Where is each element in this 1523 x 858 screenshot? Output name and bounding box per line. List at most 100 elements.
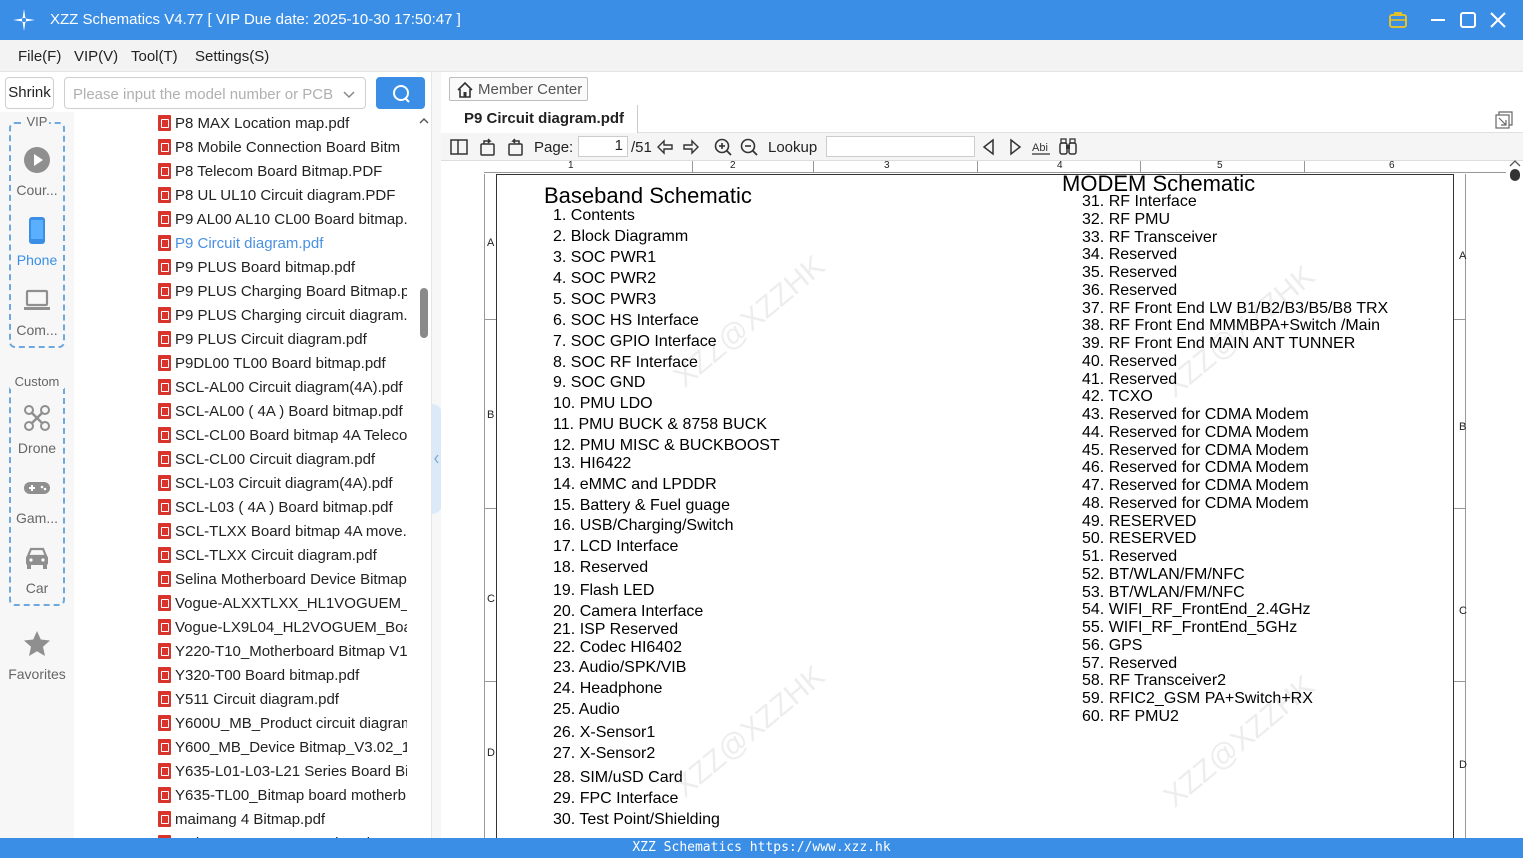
maximize-icon[interactable] — [1456, 8, 1480, 32]
file-list-item[interactable]: P8 Telecom Board Bitmap.PDF — [74, 160, 417, 184]
file-list-item[interactable]: SCL-CL00 Board bitmap 4A Telecor — [74, 424, 417, 448]
scrollbar-thumb[interactable] — [420, 288, 428, 338]
file-list-scrollbar[interactable] — [417, 112, 431, 838]
file-list-item[interactable]: P9DL00 TL00 Board bitmap.pdf — [74, 352, 417, 376]
close-icon[interactable] — [1486, 8, 1510, 32]
file-list-item[interactable]: Selina Motherboard Device Bitmap — [74, 568, 417, 592]
modem-contents-item: 41. Reserved — [1082, 370, 1178, 388]
baseband-contents-item: 29. FPC Interface — [553, 790, 679, 807]
pdf-file-icon — [158, 115, 171, 131]
nav-game[interactable]: Gam... — [0, 466, 74, 536]
file-list-item[interactable]: P9 Circuit diagram.pdf — [74, 232, 417, 256]
file-list-item[interactable]: P9 PLUS Charging circuit diagram.p — [74, 304, 417, 328]
modem-contents-item: 43. Reserved for CDMA Modem — [1082, 406, 1309, 423]
pdf-file-icon — [158, 331, 171, 347]
rotate-right-icon[interactable] — [505, 137, 525, 157]
member-center-button[interactable]: Member Center — [449, 77, 588, 101]
file-list-item[interactable]: P9 PLUS Circuit diagram.pdf — [74, 328, 417, 352]
file-list-item[interactable]: Vogue-LX9L04_HL2VOGUEM_Boarc — [74, 616, 417, 640]
baseband-contents-item: 25. Audio — [553, 701, 620, 718]
nav-car[interactable]: Car — [0, 536, 74, 606]
arrow-left-icon[interactable] — [655, 137, 675, 157]
sidebar-toggle-icon[interactable] — [449, 137, 469, 157]
rotate-left-icon[interactable] — [478, 137, 498, 157]
file-list-item[interactable]: P9 PLUS Charging Board Bitmap.pd — [74, 280, 417, 304]
file-list-item[interactable]: SCL-L03 Circuit diagram(4A).pdf — [74, 472, 417, 496]
file-list-item[interactable]: Y635-TL00_Bitmap board motherb — [74, 784, 417, 808]
match-case-icon[interactable]: Abi — [1031, 137, 1051, 157]
file-list-item[interactable]: SCL-L03 ( 4A ) Board bitmap.pdf — [74, 496, 417, 520]
nav-drone[interactable]: Drone — [0, 396, 74, 466]
file-name: maimang 4 Bitmap.pdf — [175, 811, 326, 828]
minimize-icon[interactable] — [1426, 8, 1450, 32]
scroll-up-icon[interactable] — [1509, 159, 1521, 167]
file-list-item[interactable]: Y635-L01-L03-L21 Series Board Bitr — [74, 760, 417, 784]
file-list-item[interactable]: SCL-TLXX Board bitmap 4A move.p — [74, 520, 417, 544]
model-search-combo[interactable] — [64, 77, 366, 109]
menu-tool[interactable]: Tool(T) — [131, 48, 178, 65]
menu-vip[interactable]: VIP(V) — [74, 48, 118, 65]
page-number-input[interactable]: 1 — [578, 136, 628, 157]
row-divider — [1454, 508, 1466, 509]
file-list-item[interactable]: SCL-TLXX Circuit diagram.pdf — [74, 544, 417, 568]
find-previous-icon[interactable] — [979, 137, 999, 157]
file-list-item[interactable]: maimang 4 Bitmap.pdf — [74, 808, 417, 832]
file-list-item[interactable]: P9 PLUS Board bitmap.pdf — [74, 256, 417, 280]
lookup-input[interactable] — [826, 136, 975, 157]
tab-p9-circuit-diagram[interactable]: P9 Circuit diagram.pdf — [441, 105, 638, 133]
row-label-c-right: C — [1459, 605, 1467, 617]
shrink-button[interactable]: Shrink — [5, 77, 54, 109]
binoculars-icon[interactable] — [1058, 137, 1078, 157]
file-list-item[interactable]: Vogue-ALXXTLXX_HL1VOGUEM_Bo — [74, 592, 417, 616]
nav-favorites[interactable]: Favorites — [0, 622, 74, 692]
file-list-item[interactable]: Y320-T00 Board bitmap.pdf — [74, 664, 417, 688]
search-input[interactable] — [73, 84, 333, 104]
viewer-scrollbar[interactable] — [1507, 159, 1523, 838]
nav-computer[interactable]: Com... — [0, 278, 74, 348]
file-name: SCL-TLXX Board bitmap 4A move.p — [175, 523, 407, 540]
vip-briefcase-icon[interactable] — [1386, 8, 1410, 32]
file-list-item[interactable]: P8 MAX Location map.pdf — [74, 112, 417, 136]
car-icon — [26, 547, 48, 569]
pdf-viewer[interactable]: 1 2 3 4 5 6 A B C D A B C D XZZ@XZZHK XZ… — [441, 159, 1523, 844]
row-label-d: D — [487, 747, 495, 759]
menu-file[interactable]: File(F) — [18, 48, 61, 65]
arrow-right-icon[interactable] — [681, 137, 701, 157]
find-next-icon[interactable] — [1005, 137, 1025, 157]
file-name: Y600U_MB_Product circuit diagram — [175, 715, 407, 732]
nav-phone[interactable]: Phone — [0, 208, 74, 278]
baseband-contents-item: 14. eMMC and LPDDR — [553, 476, 717, 493]
top-ruler: 1 2 3 4 5 6 — [484, 160, 1506, 173]
file-list-item[interactable]: SCL-AL00 Circuit diagram(4A).pdf — [74, 376, 417, 400]
scrollbar-thumb[interactable] — [1510, 169, 1520, 181]
file-list-item[interactable]: SCL-AL00 ( 4A ) Board bitmap.pdf — [74, 400, 417, 424]
search-button[interactable] — [376, 77, 425, 109]
baseband-contents-item: 17. LCD Interface — [553, 538, 679, 555]
restore-window-icon[interactable] — [1495, 111, 1513, 129]
row-divider — [484, 319, 496, 320]
pane-splitter[interactable] — [431, 72, 442, 838]
row-divider — [484, 681, 496, 682]
ruler-col-4: 4 — [1057, 160, 1063, 171]
file-list-item[interactable]: P8 UL UL10 Circuit diagram.PDF — [74, 184, 417, 208]
row-divider — [1454, 319, 1466, 320]
file-list-item[interactable]: P9 AL00 AL10 CL00 Board bitmap.p — [74, 208, 417, 232]
zoom-out-icon[interactable] — [739, 137, 759, 157]
file-list-item[interactable]: P8 Mobile Connection Board Bitm — [74, 136, 417, 160]
modem-contents-item: 53. BT/WLAN/FM/NFC — [1082, 583, 1245, 601]
file-list-item[interactable]: SCL-CL00 Circuit diagram.pdf — [74, 448, 417, 472]
modem-contents-item: 31. RF Interface — [1082, 193, 1197, 210]
menu-settings[interactable]: Settings(S) — [195, 48, 269, 65]
baseband-title: Baseband Schematic — [544, 183, 752, 208]
tab-title: P9 Circuit diagram.pdf — [464, 110, 625, 127]
zoom-in-icon[interactable] — [713, 137, 733, 157]
nav-courses[interactable]: Cour... — [0, 138, 74, 208]
file-list-item[interactable]: Y220-T10_Motherboard Bitmap V1 — [74, 640, 417, 664]
file-list-item[interactable]: Y600U_MB_Product circuit diagram — [74, 712, 417, 736]
chevron-down-icon[interactable] — [341, 86, 357, 102]
file-list-item[interactable]: Y600_MB_Device Bitmap_V3.02_13 — [74, 736, 417, 760]
title-bar: XZZ Schematics V4.77 [ VIP Due date: 202… — [0, 0, 1523, 40]
baseband-contents-item: 2. Block Diagramm — [553, 228, 689, 245]
file-list-item[interactable]: Y511 Circuit diagram.pdf — [74, 688, 417, 712]
scroll-up-icon[interactable] — [419, 116, 429, 126]
